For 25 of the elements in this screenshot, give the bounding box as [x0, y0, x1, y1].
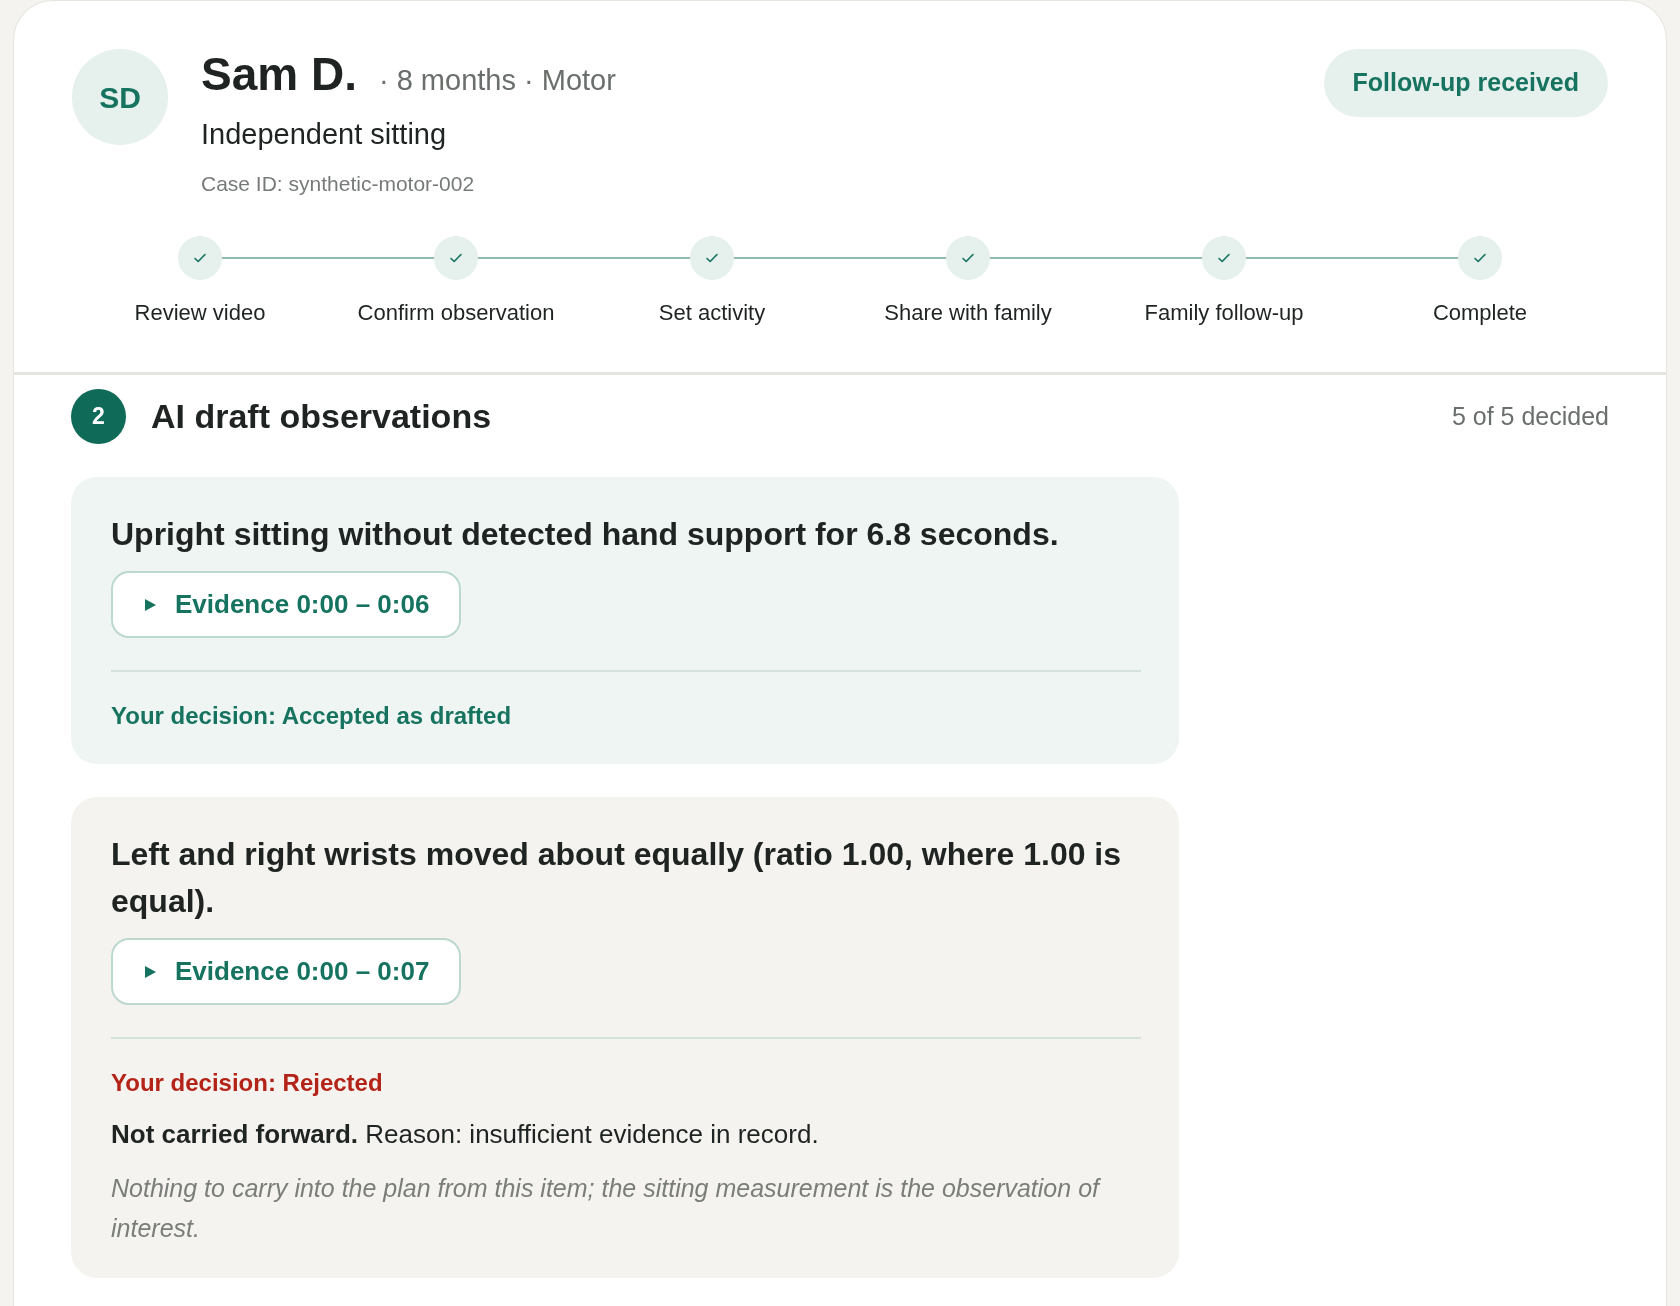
avatar: SD — [72, 49, 168, 145]
patient-meta: · 8 months · Motor — [378, 63, 616, 98]
status-badge: Follow-up received — [1323, 49, 1608, 117]
step-label: Set activity — [658, 298, 766, 327]
step-label: Confirm observation — [357, 298, 555, 327]
step-label: Complete — [1432, 298, 1528, 327]
decided-count: 5 of 5 decided — [1451, 400, 1609, 432]
milestone-title: Independent sitting — [201, 116, 448, 152]
evidence-button[interactable]: Evidence 0:00 – 0:06 — [111, 571, 462, 639]
section-title: AI draft observations — [151, 396, 492, 437]
decision-label: Your decision: Rejected — [111, 1068, 384, 1099]
step-label: Share with family — [884, 298, 1052, 327]
evidence-button[interactable]: Evidence 0:00 – 0:07 — [111, 938, 462, 1006]
step-label: Review video — [134, 298, 266, 327]
decision-note: Nothing to carry into the plan from this item; the sitting measurement is the observation of interest. — [111, 1173, 1102, 1245]
observation-text: Upright sitting without detected hand support for 6.8 seconds. — [111, 515, 1060, 554]
step-label: Family follow-up — [1144, 298, 1304, 327]
case-id: Case ID: synthetic-motor-002 — [201, 171, 476, 197]
play-icon — [143, 964, 157, 979]
patient-name: Sam D. — [201, 49, 357, 100]
observation-text: Left and right wrists moved about equally (ratio 1.00, where 1.00 is equal). — [111, 835, 1123, 921]
decision-reason: Not carried forward. Reason: insufficient evidence in record. — [111, 1118, 820, 1152]
play-icon — [143, 597, 157, 612]
decision-label: Your decision: Accepted as drafted — [111, 701, 513, 732]
step-number-badge: 2 — [71, 389, 126, 444]
